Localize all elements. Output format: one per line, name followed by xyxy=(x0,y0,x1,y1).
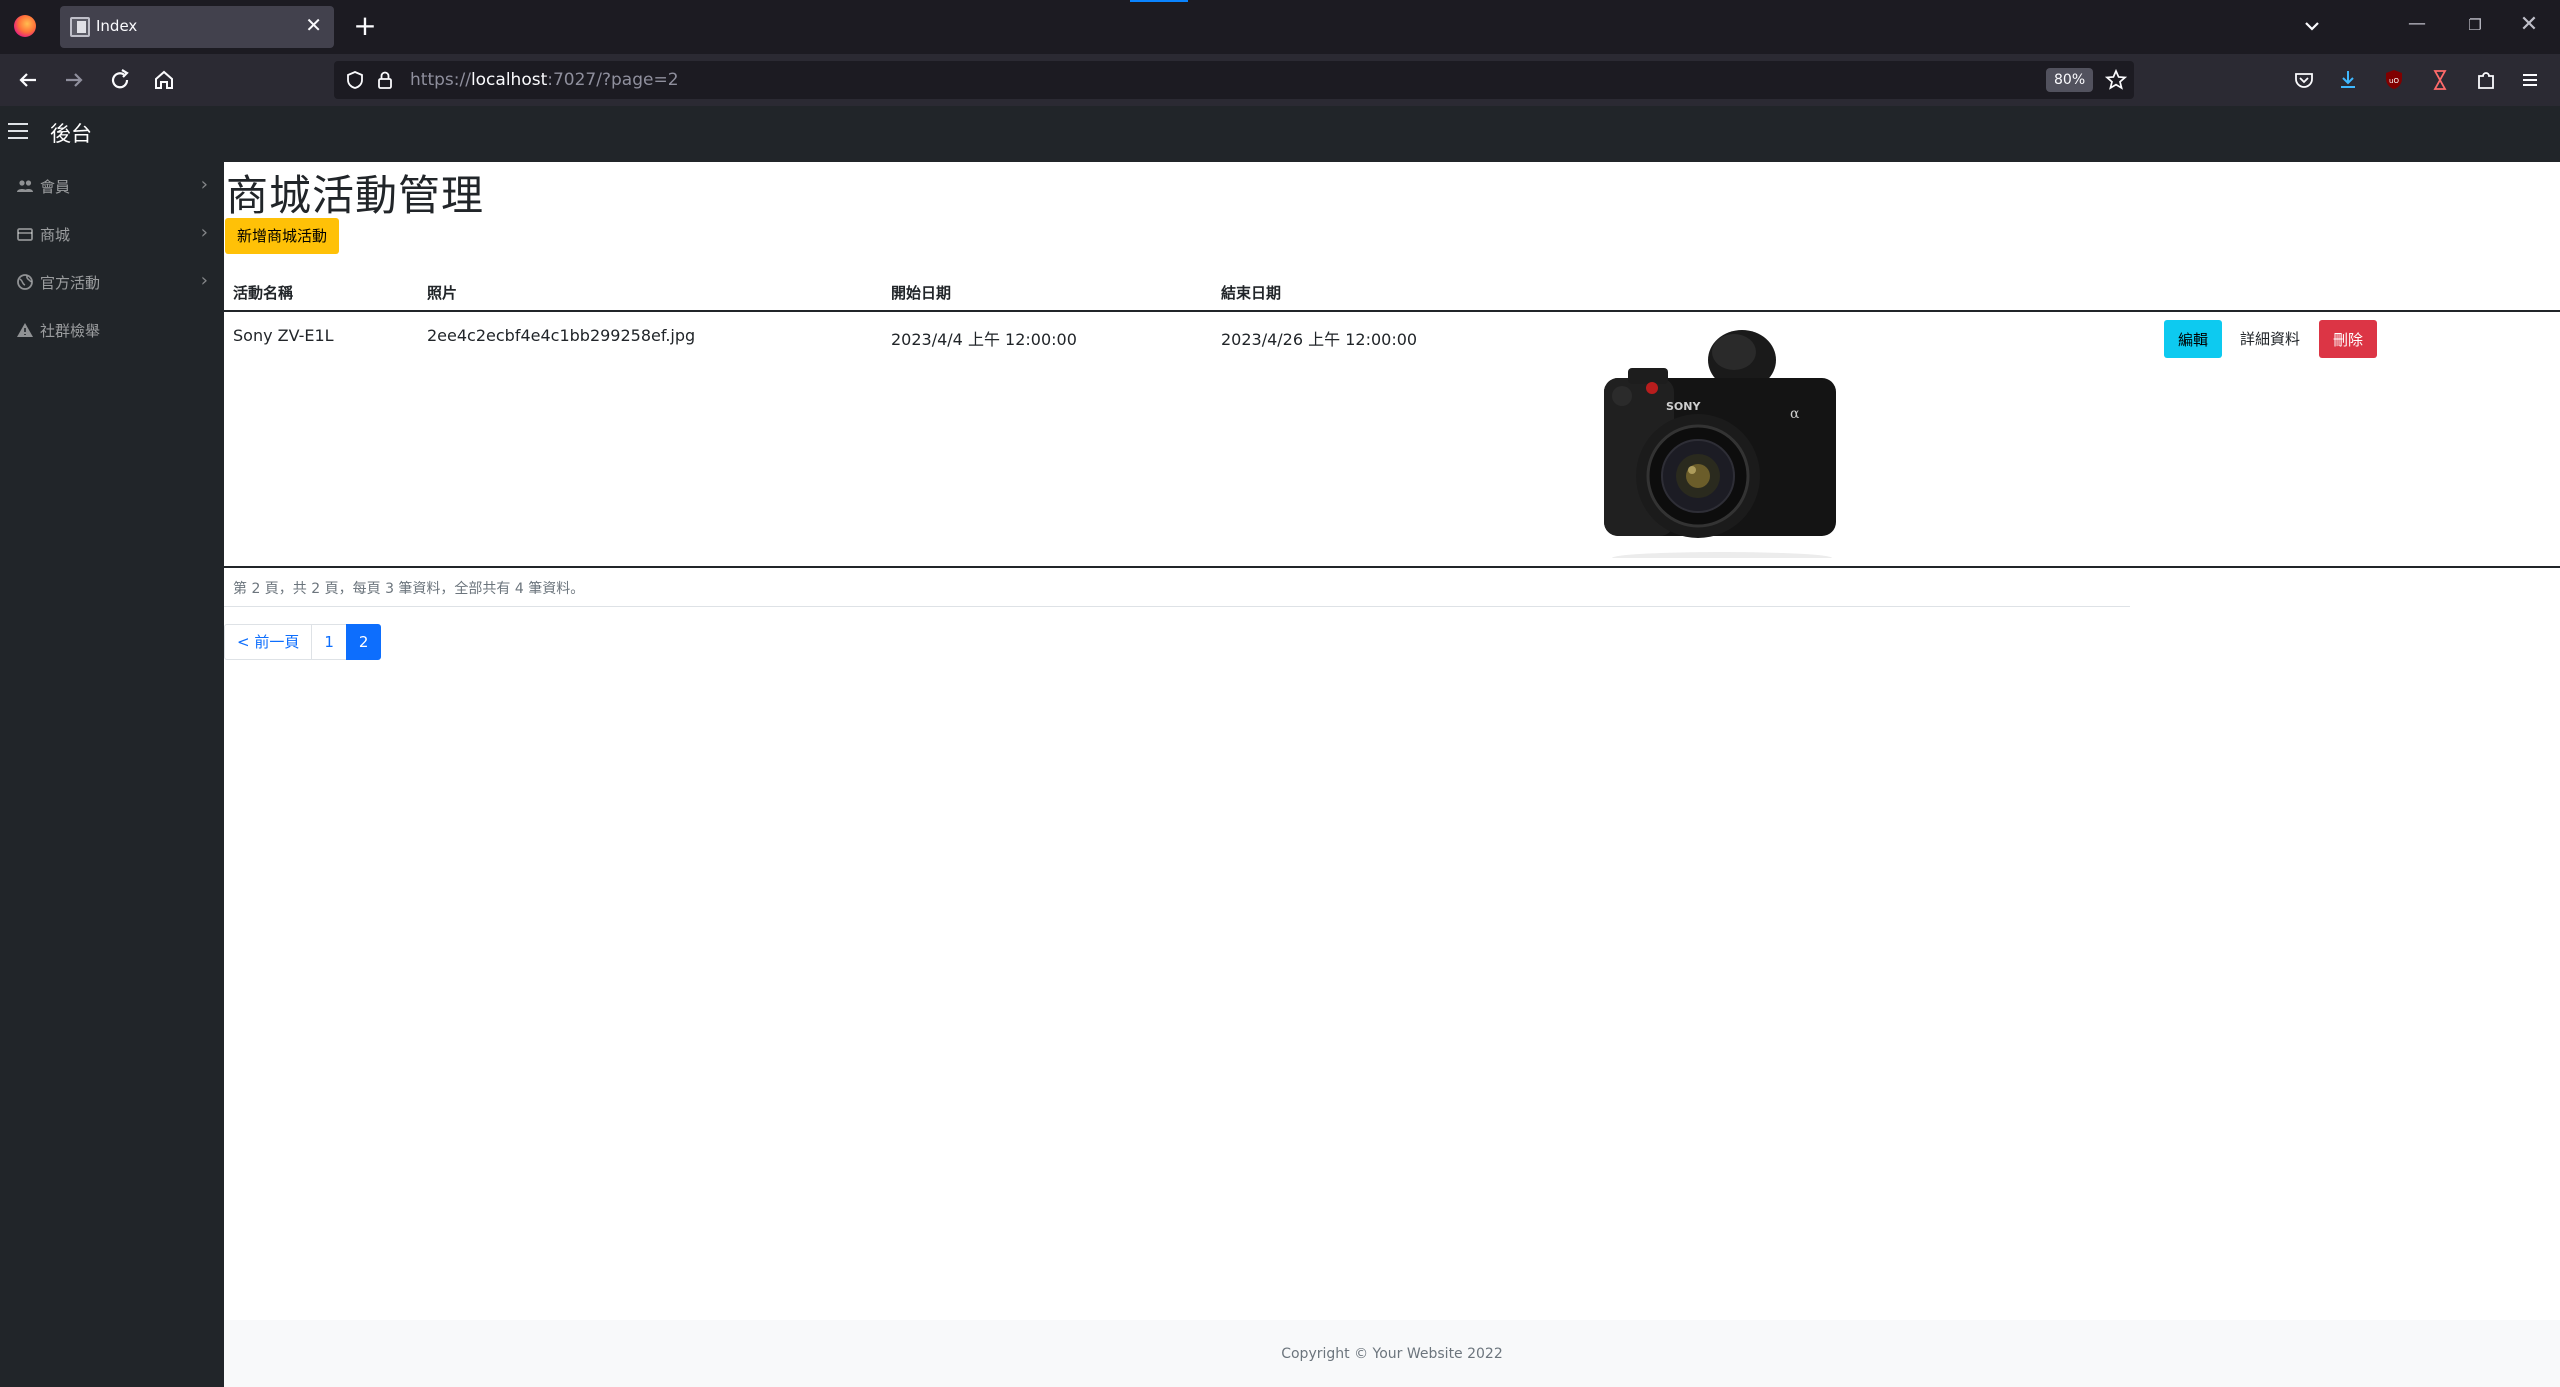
divider xyxy=(224,606,2130,607)
new-tab-button[interactable]: + xyxy=(350,8,380,44)
start-date-cell: 2023/4/4 上午 12:00:00 xyxy=(891,330,1077,349)
tracking-shield-icon[interactable] xyxy=(344,69,366,91)
browser-tab[interactable]: Index ✕ xyxy=(60,6,334,48)
create-event-button[interactable]: 新增商城活動 xyxy=(225,218,340,254)
downloads-icon[interactable] xyxy=(2334,66,2362,94)
app-top-bar: 後台 xyxy=(0,106,2560,162)
page-title: 商城活動管理 xyxy=(226,171,485,220)
copyright-text: Copyright © Your Website 2022 xyxy=(1281,1346,1503,1362)
sidebar-item-community-reports[interactable]: 社群檢舉 xyxy=(0,306,224,354)
column-header-photo: 照片 xyxy=(427,284,458,302)
details-link[interactable]: 詳細資料 xyxy=(2240,328,2300,349)
tab-list-chevron-icon[interactable] xyxy=(2300,12,2324,40)
sidebar-toggle-icon[interactable] xyxy=(8,123,28,141)
sidebar-item-label: 社群檢舉 xyxy=(40,322,101,340)
pagination-summary: 第 2 頁，共 2 頁，每頁 3 筆資料，全部共有 4 筆資料。 xyxy=(233,581,585,597)
page-link-1[interactable]: 1 xyxy=(311,624,347,660)
edit-button[interactable]: 編輯 xyxy=(2164,320,2223,358)
sidebar: 會員 › 商城 › 官方活動 › 社群檢舉 xyxy=(0,162,224,1387)
lock-icon[interactable] xyxy=(374,69,396,91)
column-header-name: 活動名稱 xyxy=(233,284,294,302)
window-minimize-button[interactable]: — xyxy=(2402,13,2432,34)
brand-title[interactable]: 後台 xyxy=(50,118,92,148)
warning-icon xyxy=(17,323,33,337)
firefox-icon[interactable] xyxy=(14,15,36,37)
product-photo-camera: SONY α xyxy=(1604,330,1836,558)
zoom-level-badge[interactable]: 80% xyxy=(2046,68,2094,92)
users-icon xyxy=(17,180,33,192)
browser-nav-bar: https://localhost:7027/?page=2 80% uO xyxy=(0,54,2560,106)
hourglass-extension-icon[interactable] xyxy=(2426,66,2454,94)
page-link-2-active[interactable]: 2 xyxy=(345,624,382,660)
ublock-extension-icon[interactable]: uO xyxy=(2380,66,2408,94)
table-header: 活動名稱 照片 開始日期 結束日期 xyxy=(224,266,2560,312)
main-content: 商城活動管理 新增商城活動 活動名稱 照片 開始日期 結束日期 Sony ZV-… xyxy=(224,162,2560,1387)
reload-icon[interactable] xyxy=(104,64,136,96)
sidebar-item-label: 官方活動 xyxy=(40,274,101,292)
chevron-right-icon: › xyxy=(200,222,208,243)
home-icon[interactable] xyxy=(148,64,180,96)
sidebar-item-members[interactable]: 會員 › xyxy=(0,162,224,210)
window-restore-button[interactable]: ❐ xyxy=(2460,16,2490,34)
tab-accent-line xyxy=(1130,0,1188,2)
menu-hamburger-icon[interactable] xyxy=(2516,66,2544,94)
photo-filename-cell: 2ee4c2ecbf4e4c1bb299258ef.jpg xyxy=(427,326,696,345)
prev-page-link[interactable]: < 前一頁 xyxy=(224,624,313,660)
footer: Copyright © Your Website 2022 xyxy=(224,1320,2560,1387)
sidebar-item-official-events[interactable]: 官方活動 › xyxy=(0,258,224,306)
pagination: < 前一頁 1 2 xyxy=(224,624,382,660)
column-header-start-date: 開始日期 xyxy=(891,284,952,302)
pocket-icon[interactable] xyxy=(2290,66,2318,94)
sidebar-item-label: 會員 xyxy=(40,178,71,196)
end-date-cell: 2023/4/26 上午 12:00:00 xyxy=(1221,330,1418,349)
column-header-end-date: 結束日期 xyxy=(1221,284,1282,302)
url-bar[interactable]: https://localhost:7027/?page=2 80% xyxy=(334,61,2134,99)
svg-text:α: α xyxy=(1790,406,1800,422)
back-arrow-icon[interactable] xyxy=(12,64,44,96)
chevron-right-icon: › xyxy=(200,270,208,291)
delete-button[interactable]: 刪除 xyxy=(2319,320,2378,358)
url-text[interactable]: https://localhost:7027/?page=2 xyxy=(410,70,679,90)
window-close-button[interactable]: ✕ xyxy=(2514,12,2544,37)
table-row: Sony ZV-E1L 2ee4c2ecbf4e4c1bb299258ef.jp… xyxy=(224,312,2560,568)
forward-arrow-icon[interactable] xyxy=(58,64,90,96)
event-name-cell: Sony ZV-E1L xyxy=(233,326,334,345)
svg-text:SONY: SONY xyxy=(1666,400,1701,413)
bookmark-star-icon[interactable] xyxy=(2104,68,2128,92)
tab-close-icon[interactable]: ✕ xyxy=(305,14,322,36)
store-icon xyxy=(17,228,33,241)
browser-tab-bar: Index ✕ + — ❐ ✕ xyxy=(0,0,2560,54)
sidebar-item-label: 商城 xyxy=(40,226,71,244)
tab-title: Index xyxy=(96,17,138,35)
globe-icon xyxy=(17,274,33,290)
extensions-puzzle-icon[interactable] xyxy=(2472,66,2500,94)
sidebar-item-store[interactable]: 商城 › xyxy=(0,210,224,258)
page-favicon-icon xyxy=(70,17,90,37)
svg-text:uO: uO xyxy=(2389,77,2399,85)
chevron-right-icon: › xyxy=(200,174,208,195)
